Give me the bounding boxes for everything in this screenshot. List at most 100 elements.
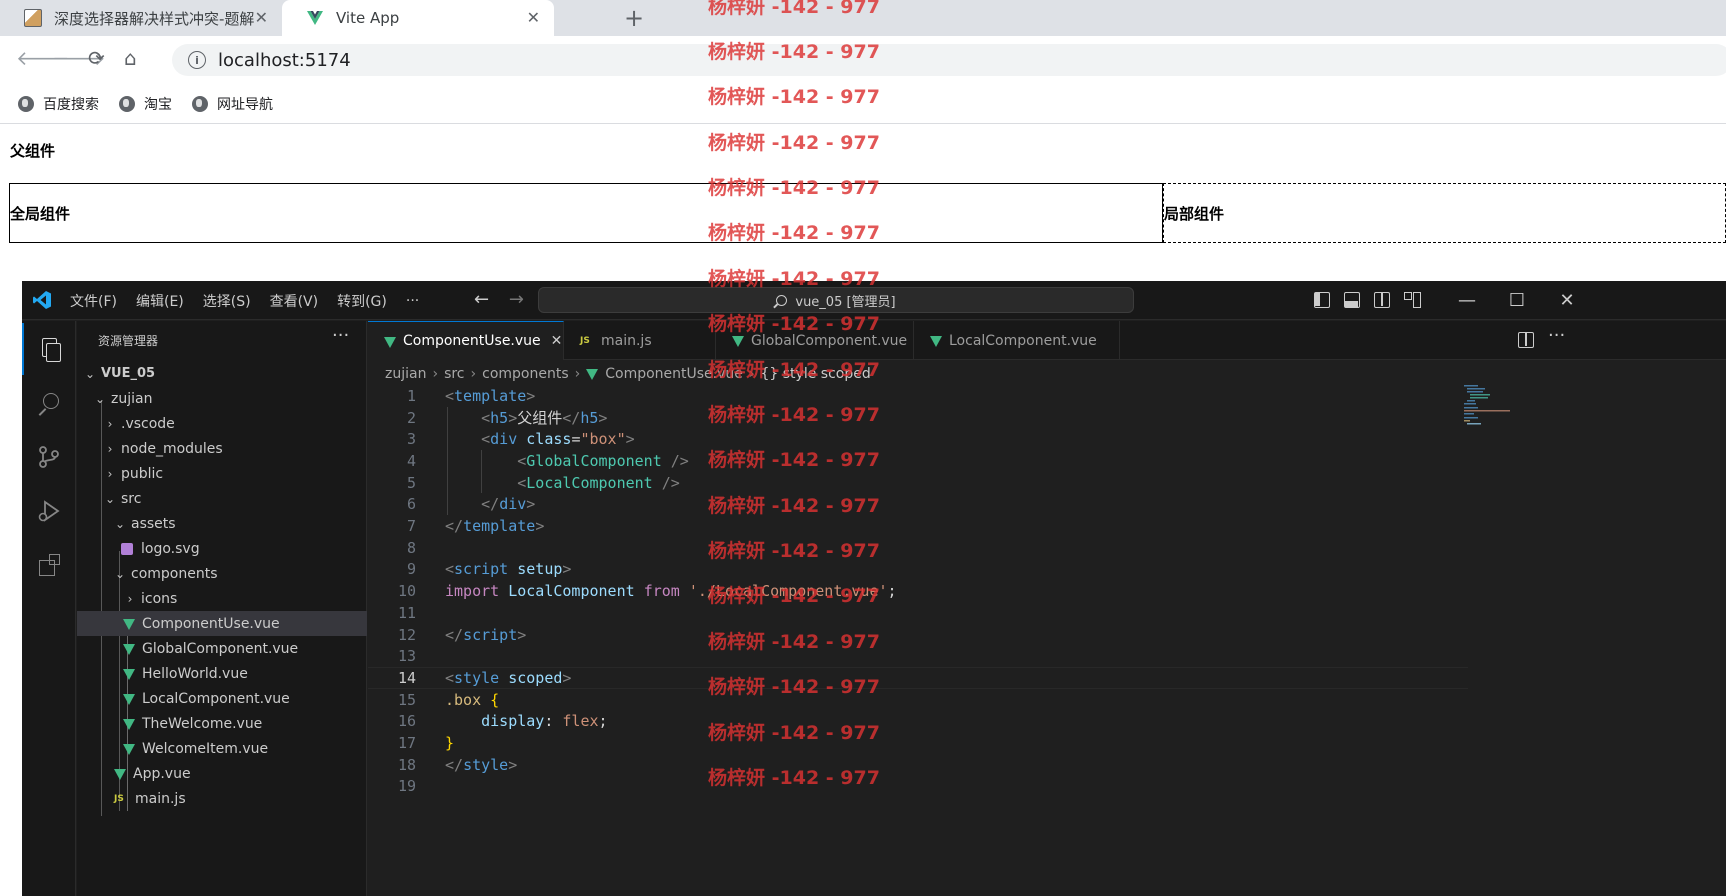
code-line: 10 import LocalComponent from './LocalCom… xyxy=(368,580,1468,602)
local-component-box: 局部组件 xyxy=(1163,183,1726,243)
menu-file[interactable]: 文件(F) xyxy=(70,291,117,311)
extensions-activity[interactable] xyxy=(22,539,76,591)
global-component-box: 全局组件 xyxy=(9,183,1163,243)
menu-more[interactable]: ··· xyxy=(406,293,419,309)
editor-tab-label: main.js xyxy=(601,332,652,349)
editor-tab-localcomponent[interactable]: LocalComponent.vue xyxy=(914,321,1120,360)
tree-label: zujian xyxy=(111,390,153,407)
tree-label: logo.svg xyxy=(141,540,200,557)
tree-file-globalcomponent[interactable]: GlobalComponent.vue xyxy=(77,636,367,661)
site-info-icon[interactable]: i xyxy=(188,51,206,69)
tree-folder-node-modules[interactable]: › node_modules xyxy=(77,436,367,461)
command-center[interactable]: vue_05 [管理员] xyxy=(538,287,1134,313)
tree-folder-assets[interactable]: ⌄ assets xyxy=(77,511,367,536)
browser-tab-vite-app[interactable]: Vite App ✕ xyxy=(282,0,554,36)
tree-file-app-vue[interactable]: App.vue xyxy=(77,761,367,786)
close-window-icon[interactable]: ✕ xyxy=(1542,290,1592,311)
breadcrumb: zujian › src › components › ComponentUse.vu… xyxy=(385,361,871,386)
browser-tab-tijie[interactable]: 深度选择器解决样式冲突-题解 ✕ xyxy=(0,0,282,36)
line-number: 1 xyxy=(406,386,416,405)
toggle-secondary-sidebar-icon[interactable] xyxy=(1374,292,1390,308)
globe-icon xyxy=(18,95,34,112)
close-tab-icon[interactable]: ✕ xyxy=(255,8,268,27)
breadcrumb-item[interactable]: ComponentUse.vue xyxy=(605,366,743,382)
chevron-down-icon: ⌄ xyxy=(94,391,106,406)
tree-label: .vscode xyxy=(121,415,175,432)
tree-file-localcomponent[interactable]: LocalComponent.vue xyxy=(77,686,367,711)
vue-file-icon xyxy=(123,669,135,680)
editor-tab-globalcomponent[interactable]: GlobalComponent.vue xyxy=(716,321,914,360)
editor-tab-main-js[interactable]: JS main.js xyxy=(564,321,716,360)
code-editor[interactable]: 1 < template > 2 < h5 > 父组件 </h5 > 3 < div class =… xyxy=(368,385,1726,896)
menu-selection[interactable]: 选择(S) xyxy=(203,291,251,311)
history-nav: ← → xyxy=(474,289,538,310)
run-debug-activity[interactable] xyxy=(22,485,76,537)
menu-view[interactable]: 查看(V) xyxy=(270,291,319,311)
customize-layout-icon[interactable] xyxy=(1404,292,1421,308)
tree-folder-public[interactable]: › public xyxy=(77,461,367,486)
search-activity[interactable] xyxy=(22,377,76,429)
source-control-activity[interactable] xyxy=(22,431,76,483)
explorer-activity[interactable] xyxy=(22,323,76,375)
breadcrumb-item[interactable]: {} style scoped xyxy=(761,366,871,382)
line-number: 10 xyxy=(397,582,416,601)
reload-icon[interactable]: ⟳ xyxy=(88,46,105,70)
tree-label: components xyxy=(131,565,218,582)
tree-file-componentuse[interactable]: ComponentUse.vue xyxy=(77,611,367,636)
editor-tab-componentuse[interactable]: ComponentUse.vue ✕ xyxy=(368,321,564,360)
close-tab-icon[interactable]: ✕ xyxy=(527,8,540,27)
toggle-sidebar-icon[interactable] xyxy=(1314,292,1330,308)
parent-heading: 父组件 xyxy=(10,142,56,160)
editor-more-icon[interactable]: ··· xyxy=(1548,325,1565,346)
new-tab-button[interactable]: + xyxy=(624,4,644,32)
tree-folder-zujian[interactable]: ⌄ zujian xyxy=(77,386,367,411)
breadcrumb-item[interactable]: components xyxy=(482,366,569,382)
code-line: 15 .box { xyxy=(368,689,1468,711)
tree-folder-vscode[interactable]: › .vscode xyxy=(77,411,367,436)
minimize-icon[interactable]: — xyxy=(1442,290,1492,311)
bookmark-taobao[interactable]: 淘宝 xyxy=(119,94,172,114)
address-toolbar: 🡐 🡒 ⟳ ⌂ i localhost:5174 xyxy=(0,36,1726,84)
tree-file-logo-svg[interactable]: logo.svg xyxy=(77,536,367,561)
forward-arrow-icon[interactable]: → xyxy=(509,289,524,310)
svg-file-icon xyxy=(121,542,133,555)
tree-folder-components[interactable]: ⌄ components xyxy=(77,561,367,586)
tree-label: ComponentUse.vue xyxy=(142,615,280,632)
menu-go[interactable]: 转到(G) xyxy=(337,291,387,311)
breadcrumb-item[interactable]: zujian xyxy=(385,366,426,382)
js-file-icon: JS xyxy=(114,793,124,804)
back-arrow-icon[interactable]: ← xyxy=(474,289,489,310)
line-number: 19 xyxy=(397,777,416,796)
vite-favicon-icon xyxy=(306,9,324,27)
vue-file-icon xyxy=(114,769,126,780)
chevron-down-icon: ⌄ xyxy=(84,366,96,381)
bookmark-nav[interactable]: 网址导航 xyxy=(192,94,273,114)
code-line: 9 < script setup > xyxy=(368,559,1468,581)
url-bar[interactable]: i localhost:5174 xyxy=(172,44,1726,76)
maximize-icon[interactable]: ☐ xyxy=(1492,290,1542,311)
minimap[interactable] xyxy=(1464,385,1524,425)
menu-edit[interactable]: 编辑(E) xyxy=(136,291,184,311)
line-number: 14 xyxy=(397,668,416,687)
tree-file-thewelcome[interactable]: TheWelcome.vue xyxy=(77,711,367,736)
explorer-more-icon[interactable]: ··· xyxy=(332,325,349,346)
line-number: 18 xyxy=(397,755,416,774)
bookmark-baidu[interactable]: 百度搜索 xyxy=(18,94,99,114)
tree-file-welcomeitem[interactable]: WelcomeItem.vue xyxy=(77,736,367,761)
tree-folder-vue05[interactable]: ⌄ VUE_05 xyxy=(77,361,367,386)
vscode-window: 文件(F) 编辑(E) 选择(S) 查看(V) 转到(G) ··· ← → vu… xyxy=(22,281,1726,896)
tree-file-helloworld[interactable]: HelloWorld.vue xyxy=(77,661,367,686)
toggle-panel-icon[interactable] xyxy=(1344,292,1360,308)
code-line: 5 < LocalComponent /> xyxy=(368,472,1468,494)
tree-folder-icons[interactable]: › icons xyxy=(77,586,367,611)
tree-folder-src[interactable]: ⌄ src xyxy=(77,486,367,511)
tree-label: icons xyxy=(141,590,178,607)
tree-label: VUE_05 xyxy=(101,366,156,381)
home-icon[interactable]: ⌂ xyxy=(124,46,137,70)
code-line: 6 </div > xyxy=(368,494,1468,516)
split-editor-icon[interactable] xyxy=(1518,332,1534,348)
close-tab-icon[interactable]: ✕ xyxy=(551,333,563,349)
flex-box: 全局组件 局部组件 xyxy=(9,183,1726,243)
tree-file-main-js[interactable]: JS main.js xyxy=(77,786,367,811)
breadcrumb-item[interactable]: src xyxy=(444,366,464,382)
